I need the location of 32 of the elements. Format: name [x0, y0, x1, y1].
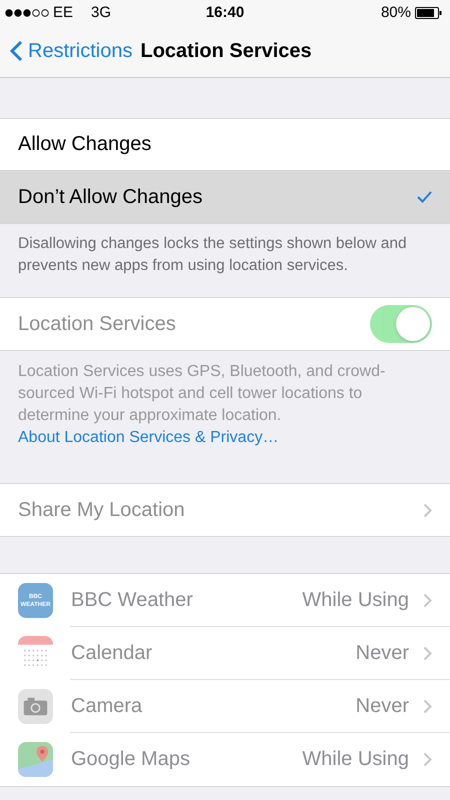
app-name: Google Maps [71, 748, 191, 771]
battery-icon [415, 6, 442, 18]
app-permission-value: While Using [302, 748, 409, 771]
app-permission-value: While Using [302, 589, 409, 612]
app-permission-value: Never [356, 695, 409, 718]
chevron-right-icon [423, 593, 432, 608]
chevron-right-icon [423, 699, 432, 714]
app-name: BBC Weather [71, 589, 194, 612]
chevron-right-icon [423, 646, 432, 661]
chevron-right-icon [423, 752, 432, 767]
status-time: 16:40 [206, 4, 244, 21]
signal-strength-icon [5, 8, 49, 16]
option-label: Allow Changes [18, 133, 152, 156]
chevron-left-icon [10, 40, 23, 62]
back-button[interactable]: Restrictions [10, 40, 132, 62]
privacy-link[interactable]: About Location Services & Privacy… [18, 429, 279, 446]
chevron-right-icon [423, 502, 432, 518]
location-footer-text: Location Services uses GPS, Bluetooth, and crowd-sourced Wi-Fi hotspot and cell tower locations to determine your approximate location. About Location Services & Privacy… [17, 362, 386, 448]
battery-percent: 80% [380, 4, 411, 21]
carrier-label: EE [53, 4, 74, 21]
app-permission-value: Never [356, 642, 409, 665]
location-services-label: Location Services [18, 312, 177, 336]
checkmark-icon [417, 191, 432, 203]
option-row[interactable]: Don’t Allow Changes [0, 171, 450, 223]
network-label: 3G [91, 4, 112, 21]
map-app-icon [18, 742, 53, 777]
app-name: Calendar [71, 642, 154, 665]
option-label: Don’t Allow Changes [18, 186, 204, 208]
app-name: Camera [71, 695, 144, 718]
page-title: Location Services [140, 40, 312, 62]
camera-app-icon [18, 689, 53, 724]
options-footer-text: Disallowing changes locks the settings shown below and prevents new apps from using location services. [17, 234, 408, 276]
